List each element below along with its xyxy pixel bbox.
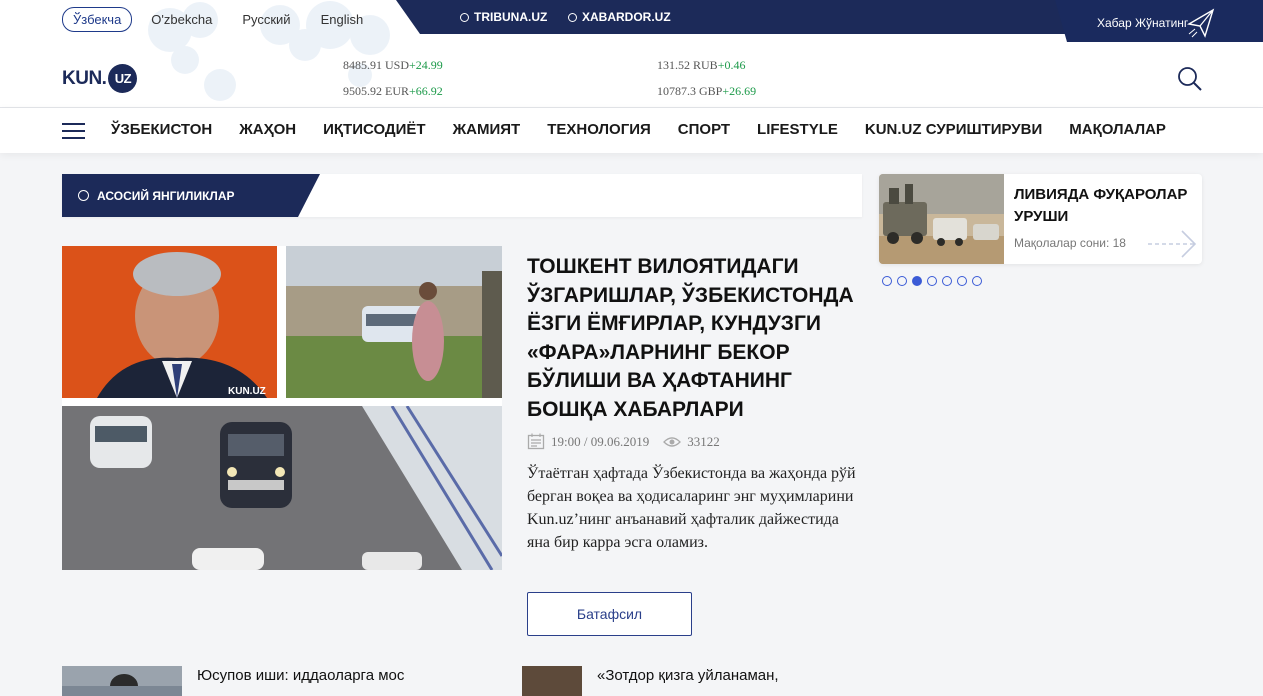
rate-value: 10787.3 GBP bbox=[657, 84, 723, 98]
rate-rub: 131.52 RUB+0.46 bbox=[657, 58, 745, 73]
partner-label: XABARDOR.UZ bbox=[582, 10, 671, 24]
nav-item-technology[interactable]: ТЕХНОЛОГИЯ bbox=[547, 121, 651, 138]
logo-text: KUN. bbox=[62, 67, 107, 89]
nav-item-lifestyle[interactable]: LIFESTYLE bbox=[757, 121, 838, 138]
lang-russian[interactable]: Русский bbox=[231, 7, 301, 32]
nav-item-articles[interactable]: МАҚОЛАЛАР bbox=[1069, 121, 1166, 138]
partner-label: TRIBUNA.UZ bbox=[474, 10, 548, 24]
news-thumbnail[interactable] bbox=[522, 666, 582, 696]
nav-items: ЎЗБЕКИСТОН ЖАҲОН ИҚТИСОДИЁТ ЖАМИЯТ ТЕХНО… bbox=[111, 121, 1166, 138]
topic-title: ЛИВИЯДА ФУҚАРОЛАР УРУШИ bbox=[1014, 186, 1188, 225]
news-item-title[interactable]: Юсупов иши: иддаоларга мос bbox=[197, 667, 404, 684]
topic-image bbox=[879, 174, 1004, 264]
rate-eur: 9505.92 EUR+66.92 bbox=[343, 84, 443, 99]
send-news-button[interactable]: Хабар Жўнатинг bbox=[1055, 0, 1263, 42]
ring-icon bbox=[568, 12, 577, 22]
read-more-button[interactable]: Батафсил bbox=[527, 592, 692, 636]
partner-link-xabardor[interactable]: XABARDOR.UZ bbox=[568, 10, 671, 24]
side-topic-card[interactable]: ЛИВИЯДА ФУҚАРОЛАР УРУШИ Мақолалар сони: … bbox=[879, 174, 1202, 264]
main-article-title[interactable]: ТОШКЕНТ ВИЛОЯТИДАГИ ЎЗГАРИШЛАР, ЎЗБЕКИСТ… bbox=[527, 253, 862, 424]
nav-item-sport[interactable]: СПОРТ bbox=[678, 121, 730, 138]
search-icon[interactable] bbox=[1177, 66, 1203, 92]
ring-icon bbox=[460, 12, 469, 22]
topic-article-count: Мақолалар сони: 18 bbox=[1014, 236, 1126, 250]
nav-item-society[interactable]: ЖАМИЯТ bbox=[453, 121, 521, 138]
nav-item-uzbekistan[interactable]: ЎЗБЕКИСТОН bbox=[111, 121, 212, 138]
slider-dot-active[interactable] bbox=[912, 276, 922, 286]
article-views: 33122 bbox=[687, 433, 720, 449]
nav-item-investigation[interactable]: KUN.UZ СУРИШТИРУВИ bbox=[865, 121, 1042, 138]
section-title: АСОСИЙ ЯНГИЛИКЛАР bbox=[97, 189, 235, 203]
thumbnail-image bbox=[62, 666, 182, 696]
lang-uz-latin[interactable]: O'zbekcha bbox=[140, 7, 223, 32]
arrow-right-icon[interactable] bbox=[1146, 228, 1198, 260]
language-switcher: Ўзбекча O'zbekcha Русский English bbox=[62, 7, 382, 32]
site-logo[interactable]: KUN. UZ bbox=[62, 64, 138, 93]
slider-dot[interactable] bbox=[957, 276, 967, 286]
ring-icon bbox=[78, 190, 89, 201]
article-lead: Ўтаётган ҳафтада Ўзбекистонда ва жаҳонда… bbox=[527, 465, 856, 551]
send-news-label: Хабар Жўнатинг bbox=[1097, 16, 1189, 30]
main-article-image[interactable]: KUN.UZ bbox=[62, 246, 502, 570]
slider-dot[interactable] bbox=[942, 276, 952, 286]
nav-item-world[interactable]: ЖАҲОН bbox=[239, 121, 296, 138]
slider-pagination bbox=[882, 276, 982, 286]
rate-change: +66.92 bbox=[409, 84, 443, 98]
article-datetime: 19:00 / 09.06.2019 bbox=[551, 433, 650, 449]
news-thumbnail[interactable] bbox=[62, 666, 182, 696]
rate-value: 8485.91 USD bbox=[343, 58, 410, 72]
rate-gbp: 10787.3 GBP+26.69 bbox=[657, 84, 756, 99]
main-nav: ЎЗБЕКИСТОН ЖАҲОН ИҚТИСОДИЁТ ЖАМИЯТ ТЕХНО… bbox=[0, 108, 1263, 153]
section-tab-main-news[interactable]: АСОСИЙ ЯНГИЛИКЛАР bbox=[62, 174, 320, 217]
paper-plane-icon bbox=[1187, 8, 1215, 38]
news-item-title[interactable]: «Зотдор қизга уйланаман, bbox=[597, 667, 779, 684]
logo-badge: UZ bbox=[108, 64, 138, 93]
rate-usd: 8485.91 USD+24.99 bbox=[343, 58, 443, 73]
rate-value: 131.52 RUB bbox=[657, 58, 718, 72]
section-header: АСОСИЙ ЯНГИЛИКЛАР bbox=[62, 174, 862, 217]
rate-change: +26.69 bbox=[722, 84, 757, 98]
partner-link-tribuna[interactable]: TRIBUNA.UZ bbox=[460, 10, 547, 24]
image-watermark: KUN.UZ bbox=[228, 386, 266, 397]
rate-change: +24.99 bbox=[409, 58, 443, 72]
nav-item-economy[interactable]: ИҚТИСОДИЁТ bbox=[323, 121, 425, 138]
slider-dot[interactable] bbox=[897, 276, 907, 286]
article-meta: 19:00 / 09.06.2019 33122 bbox=[527, 433, 720, 450]
slider-dot[interactable] bbox=[882, 276, 892, 286]
menu-icon[interactable] bbox=[62, 123, 85, 140]
lang-english[interactable]: English bbox=[310, 7, 375, 32]
eye-icon bbox=[663, 436, 682, 447]
slider-dot[interactable] bbox=[972, 276, 982, 286]
rate-change: +0.46 bbox=[717, 58, 746, 72]
calendar-icon bbox=[527, 433, 545, 450]
slider-dot[interactable] bbox=[927, 276, 937, 286]
rate-value: 9505.92 EUR bbox=[343, 84, 409, 98]
lang-uz-cyrillic[interactable]: Ўзбекча bbox=[62, 7, 133, 32]
top-header: Ўзбекча O'zbekcha Русский English TRIBUN… bbox=[0, 0, 1263, 108]
news-collage-image bbox=[62, 246, 502, 570]
